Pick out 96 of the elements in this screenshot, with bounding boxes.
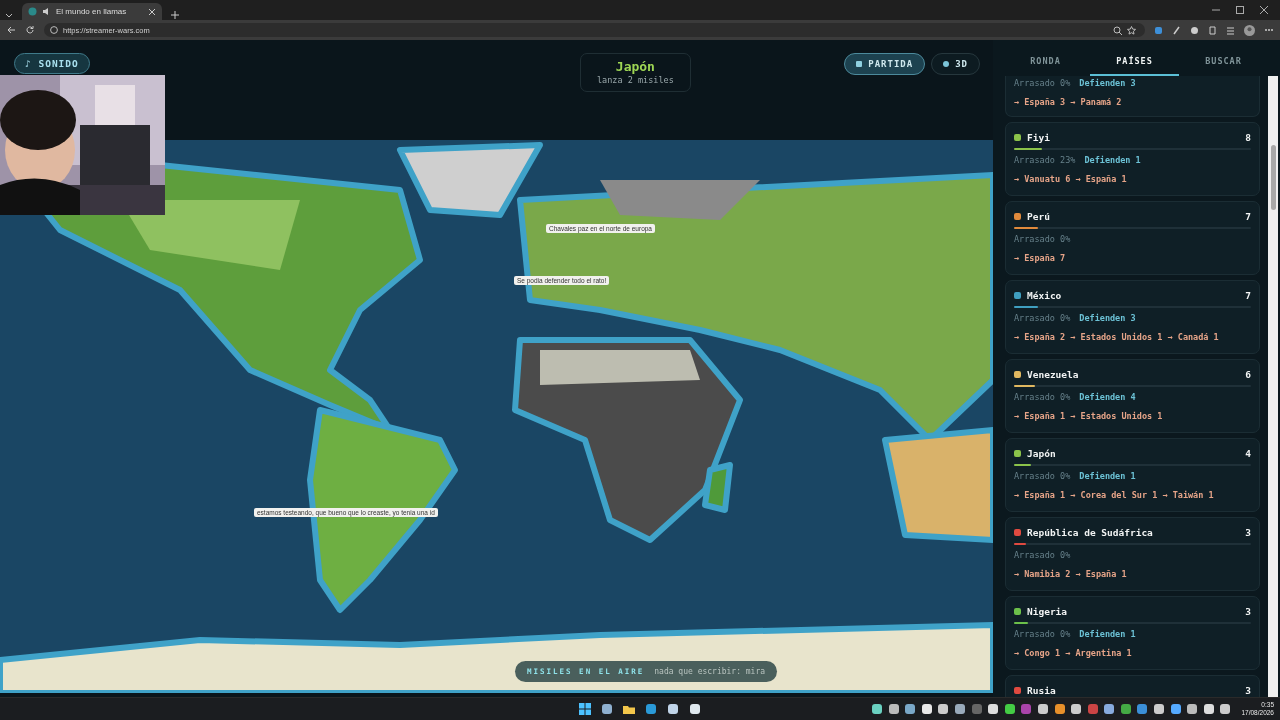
- minimize-icon[interactable]: [1212, 6, 1220, 14]
- target-list: → España 3 → Panamá 2: [1014, 95, 1251, 109]
- missile-count: 7: [1245, 289, 1251, 301]
- country-name: Venezuela: [1027, 368, 1080, 380]
- defenders-count: Defienden 1: [1079, 470, 1136, 483]
- app-icon[interactable]: [1153, 703, 1166, 715]
- panel-tab[interactable]: BUSCAR: [1179, 54, 1268, 76]
- app-icon[interactable]: [1202, 703, 1215, 715]
- dot-icon: [943, 61, 950, 67]
- target-list: → Vanuatu 6 → España 1: [1014, 172, 1251, 186]
- country-name: Japón: [1027, 447, 1057, 459]
- reload-icon[interactable]: [25, 25, 35, 35]
- app-icon[interactable]: [1003, 703, 1016, 715]
- target-list: → España 7: [1014, 251, 1251, 265]
- app-icon[interactable]: [904, 703, 917, 715]
- country-name: Fiyi: [1027, 131, 1051, 143]
- speaker-icon: [42, 7, 51, 16]
- match-button[interactable]: PARTIDA: [844, 53, 926, 75]
- browser-tab[interactable]: El mundo en llamas: [22, 3, 162, 20]
- razed-percent: Arrasado 0%: [1014, 233, 1071, 246]
- close-icon[interactable]: [148, 7, 156, 16]
- back-icon[interactable]: [6, 25, 16, 35]
- scrollbar-thumb[interactable]: [1270, 145, 1276, 210]
- defenders-count: Defienden 4: [1079, 391, 1136, 404]
- app-icon[interactable]: [887, 703, 900, 715]
- country-name: Japón: [614, 59, 656, 74]
- missile-count: 3: [1245, 684, 1251, 696]
- app-icon[interactable]: [1053, 703, 1066, 715]
- razed-percent: Arrasado 0%: [1014, 628, 1071, 641]
- country-card[interactable]: Perú 7 Arrasado 0% → España 7: [1005, 201, 1260, 275]
- country-name: República de Sudáfrica: [1027, 526, 1154, 538]
- country-name: Perú: [1027, 210, 1051, 222]
- favorites-icon[interactable]: [1226, 25, 1235, 35]
- missile-count: 3: [1245, 526, 1251, 538]
- missile-count: 4: [1245, 447, 1251, 459]
- missile-count: 3: [1245, 605, 1251, 617]
- missile-count: 7: [1245, 210, 1251, 222]
- app-icon[interactable]: [601, 703, 613, 715]
- view-toggle[interactable]: 3D: [931, 53, 980, 75]
- app-icon[interactable]: [1119, 703, 1132, 715]
- windows-logo-icon[interactable]: [579, 703, 591, 715]
- target-list: → Congo 1 → Argentina 1: [1014, 646, 1251, 660]
- country-card[interactable]: Nigeria 3 Arrasado 0% Defienden 1 → Congo 1 → Argentina 1: [1005, 596, 1260, 670]
- sound-button[interactable]: ♪ SONIDO: [14, 53, 90, 74]
- tab-title: El mundo en llamas: [56, 7, 128, 16]
- country-card[interactable]: Venezuela 6 Arrasado 0% Defienden 4 → España 1 → Estados Unidos 1: [1005, 359, 1260, 433]
- defenders-count: Defienden 1: [1079, 628, 1136, 641]
- country-card[interactable]: República de Sudáfrica 3 Arrasado 0% → Namibia 2 → España 1: [1005, 517, 1260, 591]
- country-card[interactable]: Japón 4 Arrasado 0% Defienden 1 → España 1 → Corea del Sur 1 → Taiwán 1: [1005, 438, 1260, 512]
- folder-icon[interactable]: [623, 703, 635, 715]
- scrollbar[interactable]: [1268, 76, 1278, 697]
- app-icon[interactable]: [1070, 703, 1083, 715]
- app-icon[interactable]: [1219, 703, 1232, 715]
- target-list: → España 2 → Estados Unidos 1 → Canadá 1: [1014, 330, 1251, 344]
- razed-percent: Arrasado 0%: [1014, 77, 1071, 90]
- panel-tab[interactable]: RONDA: [1001, 54, 1090, 76]
- app-icon[interactable]: [667, 703, 679, 715]
- razed-percent: Arrasado 0%: [1014, 391, 1071, 404]
- app-icon[interactable]: [1103, 703, 1116, 715]
- defenders-count: Defienden 1: [1084, 154, 1141, 167]
- close-icon[interactable]: [1260, 6, 1268, 14]
- country-name: México: [1027, 289, 1063, 301]
- country-card[interactable]: Arrasado 0% Defienden 3 → España 3 → Panamá 2: [1005, 76, 1260, 117]
- country-name: Rusia: [1027, 684, 1057, 696]
- razed-percent: Arrasado 23%: [1014, 154, 1076, 167]
- target-list: → España 1 → Estados Unidos 1: [1014, 409, 1251, 423]
- turn-action: lanza 2 misiles: [597, 75, 674, 85]
- country-name: Nigeria: [1027, 605, 1069, 617]
- defenders-count: Defienden 3: [1079, 312, 1136, 325]
- app-icon[interactable]: [920, 703, 933, 715]
- app-icon[interactable]: [987, 703, 1000, 715]
- zoom-icon[interactable]: [1113, 25, 1122, 35]
- app-icon[interactable]: [871, 703, 883, 715]
- app-icon[interactable]: [953, 703, 966, 715]
- star-icon[interactable]: [1127, 25, 1136, 35]
- avatar-icon[interactable]: [1244, 24, 1255, 36]
- defenders-count: Defienden 3: [1079, 77, 1136, 90]
- target-list: → Namibia 2 → España 1: [1014, 567, 1251, 581]
- app-icon[interactable]: [689, 703, 701, 715]
- new-tab-icon[interactable]: [170, 10, 180, 20]
- target-list: → España 1 → Corea del Sur 1 → Taiwán 1: [1014, 488, 1251, 502]
- razed-percent: Arrasado 0%: [1014, 312, 1071, 325]
- app-icon[interactable]: [937, 703, 950, 715]
- maximize-icon[interactable]: [1236, 6, 1244, 14]
- country-card[interactable]: Fiyi 8 Arrasado 23% Defienden 1 → Vanuatu 6 → España 1: [1005, 122, 1260, 196]
- country-card[interactable]: México 7 Arrasado 0% Defienden 3 → España 2 → Estados Unidos 1 → Canadá 1: [1005, 280, 1260, 354]
- missiles-message: nada que escribir: mira: [654, 667, 766, 676]
- app-icon[interactable]: [1169, 703, 1182, 715]
- app-icon[interactable]: [1186, 703, 1199, 715]
- app-icon[interactable]: [1036, 703, 1049, 715]
- razed-percent: Arrasado 0%: [1014, 470, 1071, 483]
- razed-percent: Arrasado 0%: [1014, 549, 1071, 562]
- country-card[interactable]: Rusia 3: [1005, 675, 1260, 697]
- missile-count: 8: [1245, 131, 1251, 143]
- square-icon: [856, 61, 863, 67]
- missile-count: 6: [1245, 368, 1251, 380]
